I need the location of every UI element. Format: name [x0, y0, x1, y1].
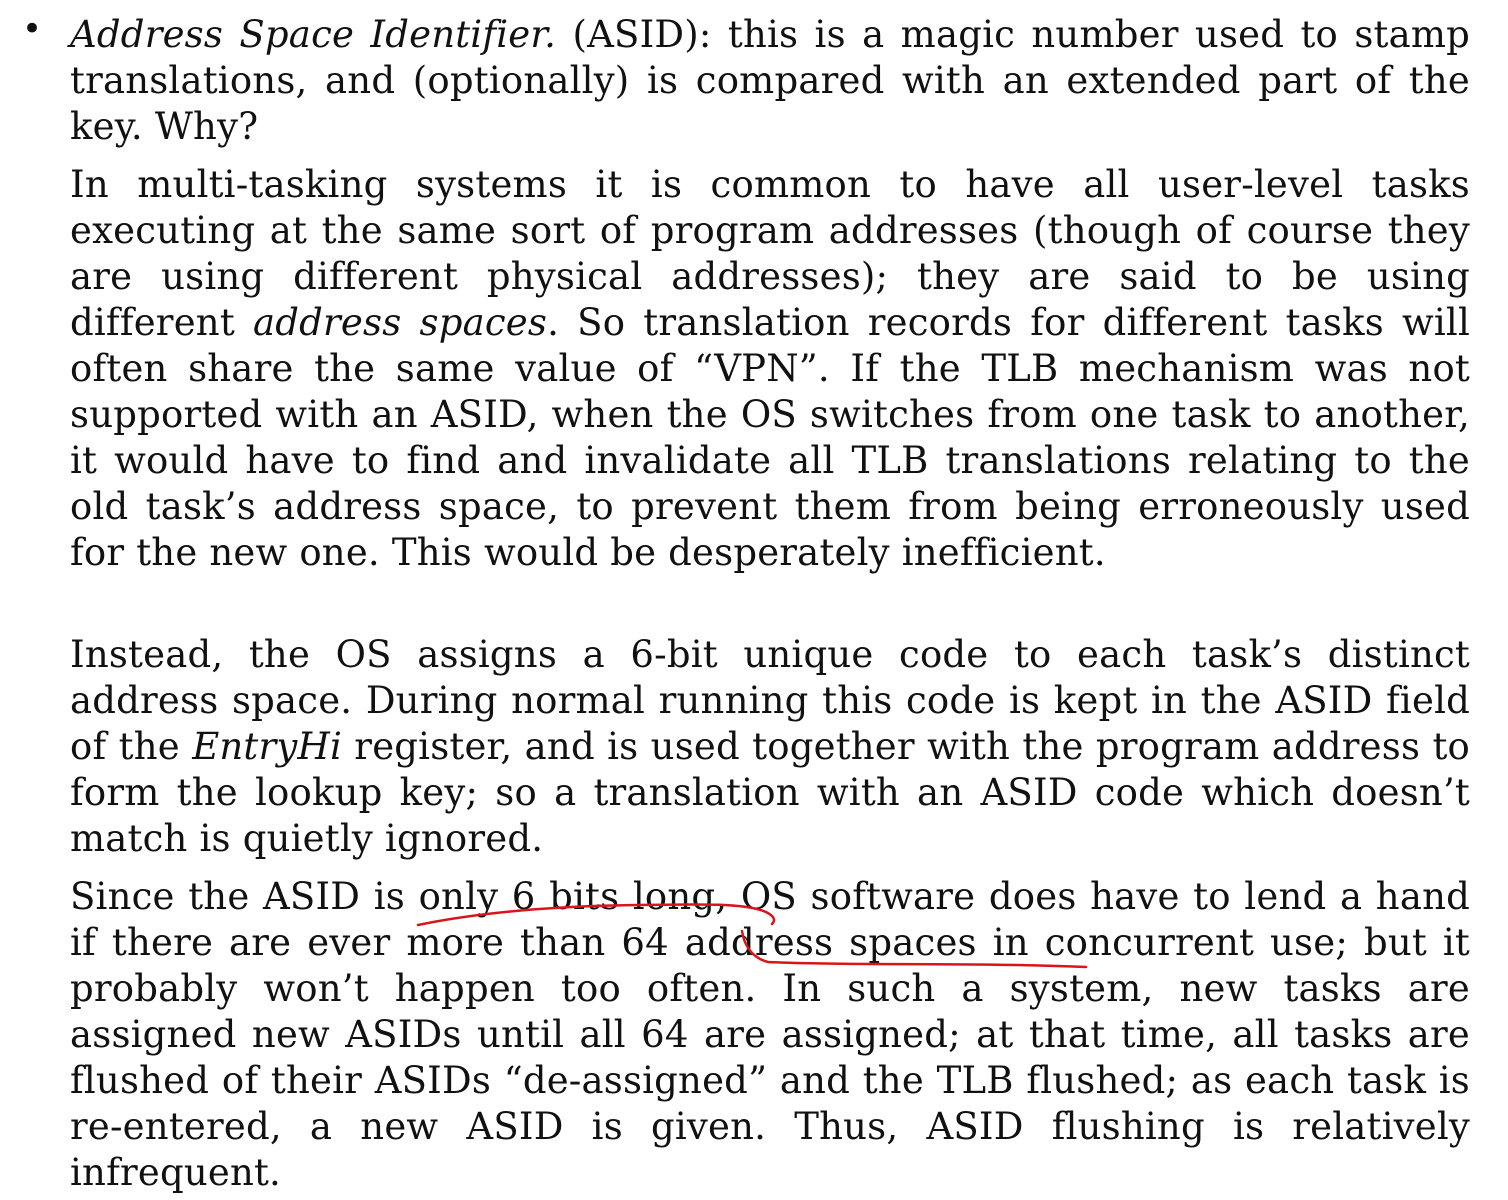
multitasking-paragraph: In multi-tasking systems it is common to…	[70, 162, 1470, 576]
underlined-only-6-bits-long: only 6 bits long	[418, 875, 716, 918]
document-page: • Address Space Identifier. (ASID): this…	[0, 0, 1508, 1200]
flushing-text-1: Since the ASID is	[70, 875, 419, 918]
asid-definition-paragraph: Address Space Identifier. (ASID): this i…	[70, 12, 1470, 150]
bullet-marker: •	[22, 9, 43, 49]
term-address-space-identifier: Address Space Identifier.	[70, 13, 557, 56]
address-spaces-emphasis: address spaces	[253, 301, 548, 344]
underlined-64-address-spaces: 64 address spaces	[621, 921, 977, 964]
entryhi-emphasis: EntryHi	[192, 725, 342, 768]
asid-assignment-paragraph: Instead, the OS assigns a 6-bit unique c…	[70, 632, 1470, 862]
asid-flushing-paragraph: Since the ASID is only 6 bits long, OS s…	[70, 874, 1470, 1196]
